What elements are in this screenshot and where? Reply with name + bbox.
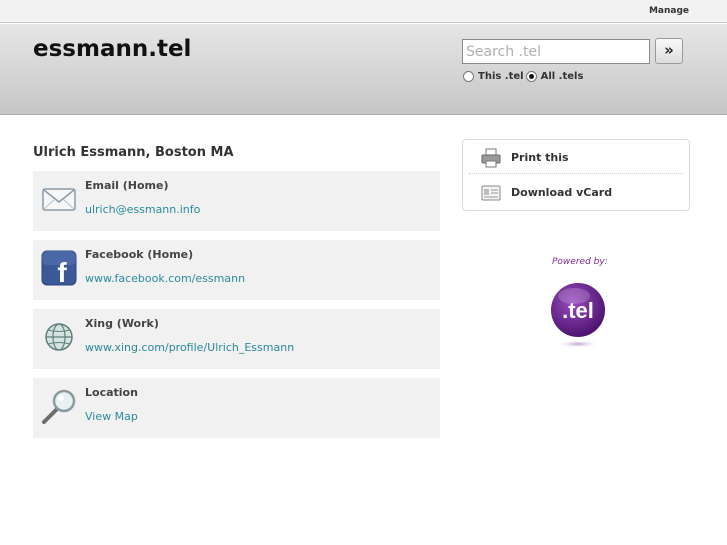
contact-label: Facebook (Home): [85, 248, 194, 261]
facebook-link[interactable]: www.facebook.com/essmann: [85, 272, 245, 285]
svg-text:f: f: [57, 257, 67, 286]
site-title: essmann.tel: [33, 36, 192, 62]
download-vcard-button[interactable]: Download vCard: [463, 175, 689, 209]
search-button[interactable]: »: [655, 38, 683, 64]
powered-by-label: Powered by:: [552, 257, 608, 267]
vcard-icon: [481, 185, 501, 201]
email-link[interactable]: ulrich@essmann.info: [85, 203, 200, 216]
tel-logo[interactable]: .tel: [548, 280, 608, 350]
tel-logo-text: .tel: [562, 298, 594, 323]
envelope-icon: [42, 188, 76, 211]
radio-all-tels[interactable]: [525, 71, 537, 82]
contact-label: Xing (Work): [85, 317, 159, 330]
contact-card-xing: Xing (Work) www.xing.com/profile/Ulrich_…: [33, 309, 440, 369]
contact-label: Email (Home): [85, 179, 169, 192]
download-vcard-label: Download vCard: [511, 186, 613, 199]
top-bar: Manage: [0, 0, 727, 23]
actions-box: Print this Download vCard: [462, 139, 690, 211]
print-this-button[interactable]: Print this: [463, 140, 689, 174]
facebook-icon: f: [41, 250, 77, 286]
radio-this-tel-label: This .tel: [478, 71, 524, 82]
printer-icon: [481, 148, 501, 168]
contact-card-email: Email (Home) ulrich@essmann.info: [33, 171, 440, 231]
contact-label: Location: [85, 386, 138, 399]
xing-link[interactable]: www.xing.com/profile/Ulrich_Essmann: [85, 341, 294, 354]
contact-card-facebook: f Facebook (Home) www.facebook.com/essma…: [33, 240, 440, 300]
contact-card-location: Location View Map: [33, 378, 440, 438]
search-input[interactable]: [462, 39, 650, 64]
globe-icon: [45, 323, 73, 351]
magnifier-icon: [42, 389, 76, 424]
print-this-label: Print this: [511, 151, 569, 164]
radio-all-tels-label: All .tels: [540, 71, 584, 82]
view-map-link[interactable]: View Map: [85, 410, 138, 423]
divider: [469, 173, 683, 174]
manage-link[interactable]: Manage: [649, 6, 689, 16]
radio-this-tel[interactable]: [463, 71, 474, 82]
search-scope: This .tel All .tels: [463, 71, 585, 82]
profile-name: Ulrich Essmann, Boston MA: [33, 145, 234, 160]
header: essmann.tel » This .tel All .tels: [0, 24, 727, 115]
